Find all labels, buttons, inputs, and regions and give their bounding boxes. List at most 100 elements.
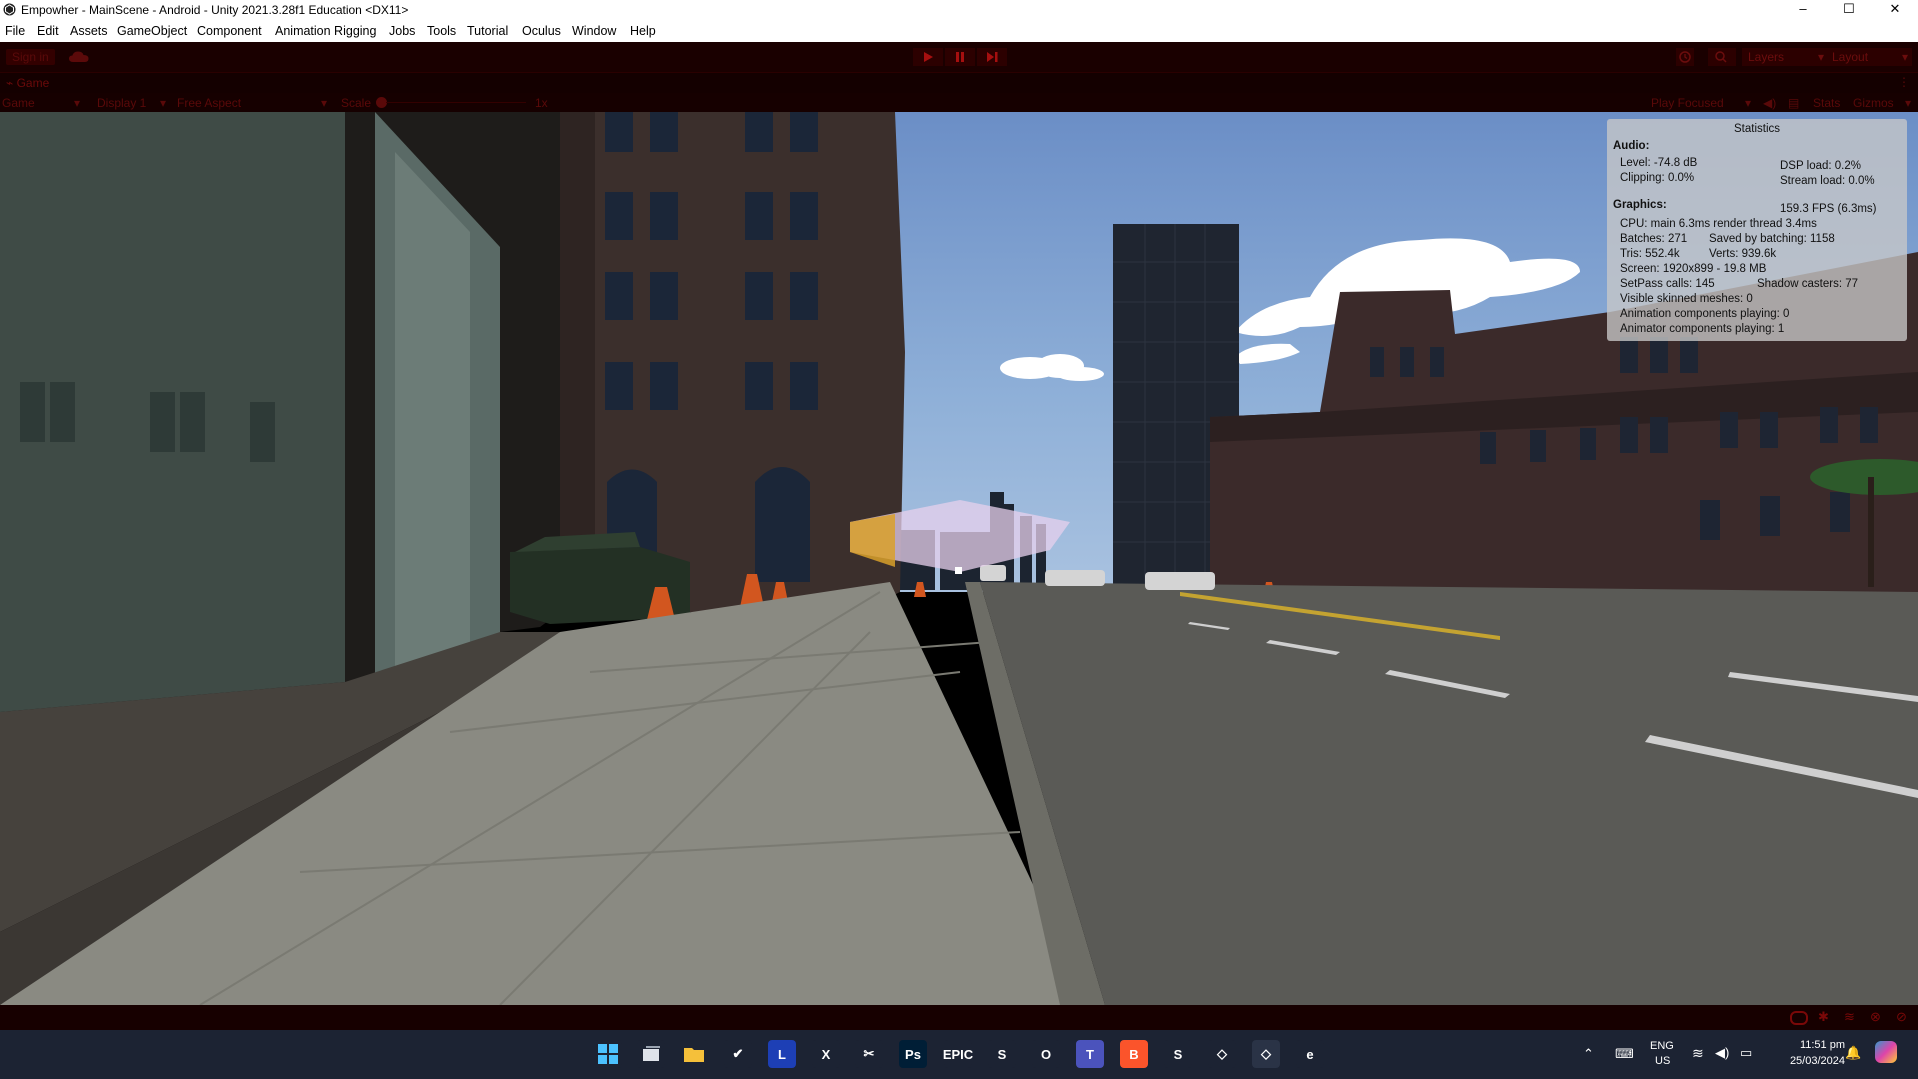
volume-icon[interactable]: ◀) [1715,1045,1729,1061]
crosshair [955,567,962,574]
stats-skinned: Visible skinned meshes: 0 [1620,293,1753,305]
history-icon [1679,51,1691,63]
layout-dropdown[interactable]: Layout ▾ [1826,48,1912,66]
play-button[interactable] [913,48,943,66]
game-mode-dropdown[interactable]: Game [2,96,35,110]
step-button[interactable] [977,48,1007,66]
tab-game[interactable]: ⌁ Game [6,76,49,90]
menu-edit[interactable]: Edit [37,24,59,38]
stats-dsp: DSP load: 0.2% [1780,160,1861,172]
bug-icon[interactable]: ✱ [1818,1009,1829,1025]
pause-button[interactable] [945,48,975,66]
menu-animation-rigging[interactable]: Animation Rigging [275,24,376,38]
menu-oculus[interactable]: Oculus [522,24,561,38]
unity-hub-icon[interactable]: ◇ [1208,1040,1236,1068]
scale-label: Scale [341,96,372,110]
chevron-down-icon: ▾ [1745,96,1752,110]
console-icon[interactable] [1790,1011,1808,1025]
chevron-down-icon: ▾ [1817,50,1824,64]
chevron-up-icon[interactable]: ⌃ [1583,1046,1594,1062]
language-label[interactable]: ENG [1650,1040,1674,1052]
l-app-icon[interactable]: L [768,1040,796,1068]
epic-games-icon[interactable]: EPIC [943,1040,973,1068]
keyboard-icon[interactable]: ⌨ [1615,1046,1634,1062]
stats-graphics-header: Graphics: [1613,199,1667,211]
chevron-down-icon: ▾ [321,96,328,110]
windows-taskbar: ✔ L X ✂ Ps EPIC S O T B S ◇ ◇ e ⌃ ⌨ ENG US ≋ ◀) ▭ 11:… [0,1030,1918,1079]
search-icon [1715,51,1727,63]
menu-help[interactable]: Help [630,24,656,38]
file-explorer-icon[interactable] [680,1040,708,1068]
notification-bell-icon[interactable]: 🔔 [1845,1045,1861,1061]
stats-saved: Saved by batching: 1158 [1709,233,1835,245]
road [980,582,1918,1005]
capcut-icon[interactable]: ✂ [855,1040,883,1068]
gizmos-button[interactable]: Gizmos [1853,96,1894,110]
windows-start-icon[interactable] [594,1040,622,1068]
status-bar: ✱ ≋ ⊗ ⊘ [0,1005,1918,1030]
cloud-icon[interactable] [68,50,90,64]
steam-icon[interactable]: S [988,1040,1016,1068]
layers-stack-icon[interactable]: ≋ [1844,1009,1855,1025]
menu-file[interactable]: File [5,24,25,38]
task-view-icon[interactable] [637,1040,665,1068]
brave-icon[interactable]: B [1120,1040,1148,1068]
statistics-panel: Statistics Audio: Level: -74.8 dB DSP lo… [1607,119,1907,341]
menu-component[interactable]: Component [197,24,262,38]
stats-screen: Screen: 1920x899 - 19.8 MB [1620,263,1767,275]
game-view-toolbar: Game ▾ Display 1 ▾ Free Aspect ▾ Scale 1… [0,93,1918,112]
menu-tools[interactable]: Tools [427,24,456,38]
clock-date[interactable]: 25/03/2024 [1777,1055,1845,1067]
stats-button[interactable]: Stats [1813,96,1840,110]
scale-slider-track[interactable] [386,102,526,103]
stats-anim: Animation components playing: 0 [1620,308,1790,320]
menu-window[interactable]: Window [572,24,616,38]
frame-debugger-icon[interactable]: ▤ [1788,96,1799,110]
play-mode-dropdown[interactable]: Play Focused [1651,96,1724,110]
region-label: US [1655,1055,1671,1067]
menu-tutorial[interactable]: Tutorial [467,24,508,38]
battery-icon[interactable]: ▭ [1740,1045,1752,1061]
step-icon [986,52,997,62]
clock-time[interactable]: 11:51 pm [1785,1039,1845,1051]
history-button[interactable] [1676,48,1694,66]
xbox-icon[interactable]: X [812,1040,840,1068]
edge-icon[interactable]: e [1296,1040,1324,1068]
scale-value: 1x [535,96,548,110]
unity-logo-icon [3,3,16,16]
menu-jobs[interactable]: Jobs [389,24,415,38]
minimize-button[interactable]: – [1780,0,1826,20]
stats-animator: Animator components playing: 1 [1620,323,1785,335]
display-dropdown[interactable]: Display 1 [97,96,146,110]
menu-assets[interactable]: Assets [70,24,108,38]
mute-audio-icon[interactable]: ◀) [1763,96,1776,110]
debug-icon[interactable]: ⊗ [1870,1009,1881,1025]
check-icon[interactable]: ⊘ [1896,1009,1907,1025]
chevron-down-icon: ▾ [1901,50,1908,64]
chevron-down-icon: ▾ [160,96,167,110]
menu-gameobject[interactable]: GameObject [117,24,187,38]
maximize-button[interactable]: ☐ [1826,0,1872,20]
search-button[interactable] [1708,48,1736,66]
teams-icon[interactable]: T [1076,1040,1104,1068]
todo-icon[interactable]: ✔ [724,1040,752,1068]
copilot-icon[interactable] [1875,1041,1897,1063]
stats-stream: Stream load: 0.0% [1780,175,1875,187]
wifi-icon[interactable]: ≋ [1692,1045,1704,1062]
steam-2-icon[interactable]: S [1164,1040,1192,1068]
stats-clipping: Clipping: 0.0% [1620,172,1695,184]
chevron-down-icon: ▾ [1905,96,1912,110]
close-button[interactable]: ✕ [1872,0,1918,20]
stats-shadow: Shadow casters: 77 [1757,278,1859,290]
tab-game-label: Game [16,76,50,90]
unity-editor-icon[interactable]: ◇ [1252,1040,1280,1068]
opera-icon[interactable]: O [1032,1040,1060,1068]
sign-in-button[interactable]: Sign in [6,49,55,65]
aspect-dropdown[interactable]: Free Aspect [177,96,241,110]
main-toolbar: Sign in Layers ▾ Layout ▾ [0,42,1918,73]
more-options-icon[interactable]: ⋮ [1898,75,1910,89]
play-icon [924,52,933,62]
menu-bar: File Edit Assets GameObject Component An… [0,20,1918,43]
photoshop-icon[interactable]: Ps [899,1040,927,1068]
layers-dropdown[interactable]: Layers ▾ [1742,48,1828,66]
